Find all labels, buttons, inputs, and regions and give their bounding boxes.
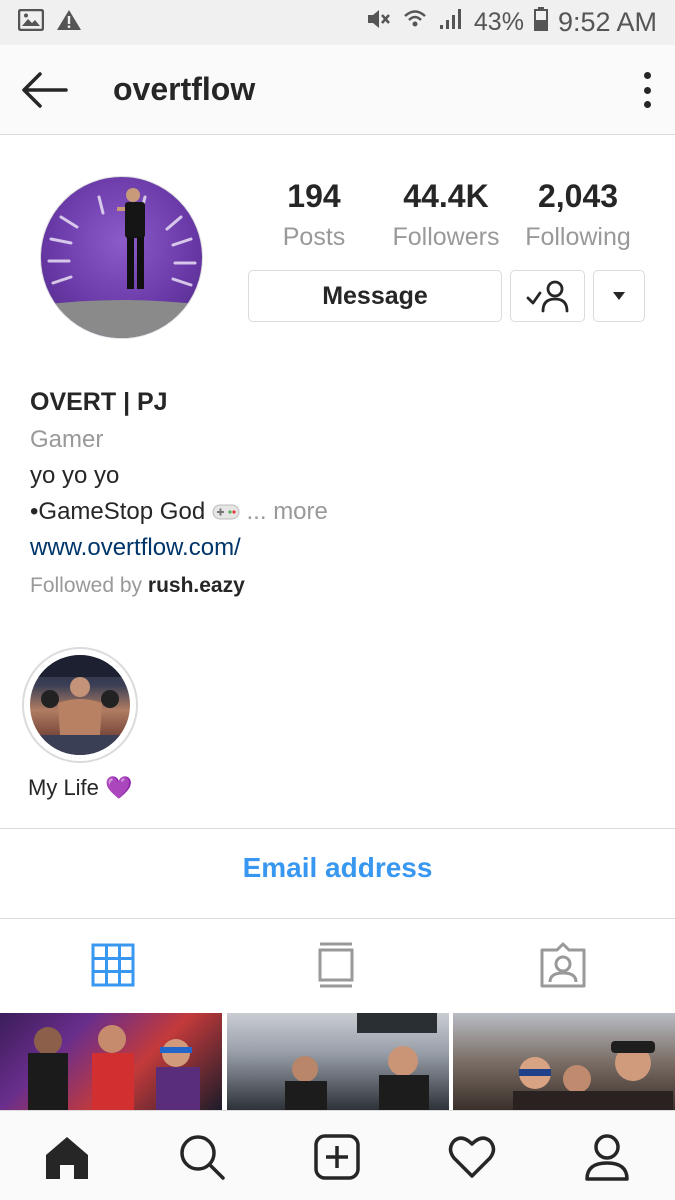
highlight-cover-image: [30, 655, 130, 755]
bio-line-text: •GameStop God: [30, 498, 206, 525]
nav-home[interactable]: [43, 1133, 91, 1181]
warning-icon: [56, 9, 82, 36]
search-icon: [180, 1135, 225, 1180]
post-image: [285, 1013, 437, 1110]
feed-icon: [318, 942, 354, 988]
profile-stats: 194 Posts 44.4K Followers 2,043 Followin…: [248, 178, 648, 258]
nav-search[interactable]: [178, 1133, 226, 1181]
bio-more-link[interactable]: ... more: [247, 498, 328, 525]
post-thumbnail[interactable]: [453, 1013, 675, 1110]
signal-icon: [438, 7, 464, 38]
following-toggle-button[interactable]: [510, 270, 585, 322]
post-image: [28, 1025, 200, 1110]
avatar-image: [41, 188, 202, 338]
tab-feed[interactable]: [311, 940, 361, 990]
followed-by[interactable]: Followed by rush.eazy: [30, 574, 650, 598]
divider: [0, 828, 675, 829]
page-title: overtflow: [113, 71, 256, 107]
tab-grid[interactable]: [88, 940, 138, 990]
website-link[interactable]: www.overtflow.com/: [30, 534, 650, 562]
back-arrow-icon: [22, 72, 68, 108]
bio-line: yo yo yo: [30, 462, 120, 489]
posts-stat[interactable]: 194 Posts: [266, 178, 362, 252]
following-stat[interactable]: 2,043 Following: [518, 178, 638, 252]
caret-down-icon: [613, 292, 625, 300]
profile-name: OVERT | PJ: [30, 388, 168, 416]
post-thumbnail[interactable]: [0, 1013, 222, 1110]
suggested-accounts-dropdown[interactable]: [593, 270, 645, 322]
followers-label: Followers: [392, 223, 500, 251]
back-button[interactable]: [20, 70, 68, 110]
options-menu-button[interactable]: [641, 72, 653, 108]
profile-bio: OVERT | PJ Gamer yo yo yo •GameStop God …: [30, 388, 650, 598]
dot: [643, 101, 651, 108]
tab-tagged[interactable]: [538, 940, 588, 990]
nav-profile[interactable]: [583, 1133, 631, 1181]
dot: [643, 86, 651, 94]
bottom-navigation: [0, 1110, 675, 1200]
dot: [643, 72, 651, 79]
profile-avatar[interactable]: [40, 176, 203, 339]
highlight-label: My Life 💜: [28, 775, 133, 800]
posts-count: 194: [287, 178, 341, 214]
status-bar: 43% 9:52 AM: [0, 0, 675, 45]
add-icon: [314, 1134, 360, 1180]
divider: [0, 918, 675, 919]
nav-new-post[interactable]: [313, 1133, 361, 1181]
battery-percent: 43%: [473, 8, 524, 36]
email-address-button[interactable]: Email address: [0, 852, 675, 884]
following-label: Following: [525, 223, 631, 251]
image-icon: [17, 8, 45, 36]
user-check-icon: [526, 280, 568, 313]
tagged-icon: [540, 942, 586, 988]
profile-icon: [585, 1134, 629, 1181]
post-image: [513, 1041, 673, 1110]
home-icon: [46, 1137, 88, 1179]
highlight-ring: [22, 647, 138, 763]
grid-icon: [91, 943, 135, 987]
clock: 9:52 AM: [557, 7, 657, 37]
gamepad-icon: [212, 498, 247, 525]
story-highlight[interactable]: My Life 💜: [22, 647, 140, 800]
posts-label: Posts: [282, 223, 346, 251]
profile-category: Gamer: [30, 426, 104, 453]
followed-by-prefix: Followed by: [30, 574, 148, 597]
nav-activity[interactable]: [448, 1133, 496, 1181]
followed-by-user: rush.eazy: [147, 574, 245, 597]
followers-count: 44.4K: [403, 178, 489, 214]
message-button[interactable]: Message: [248, 270, 502, 322]
post-thumbnail[interactable]: [227, 1013, 449, 1110]
mute-icon: [366, 7, 392, 38]
wifi-icon: [402, 7, 428, 38]
heart-icon: [448, 1136, 496, 1178]
followers-stat[interactable]: 44.4K Followers: [386, 178, 506, 252]
following-count: 2,043: [537, 178, 619, 214]
app-header: overtflow: [0, 45, 675, 135]
bio-line: •GameStop God ... more: [30, 498, 650, 526]
battery-icon: [533, 7, 548, 38]
